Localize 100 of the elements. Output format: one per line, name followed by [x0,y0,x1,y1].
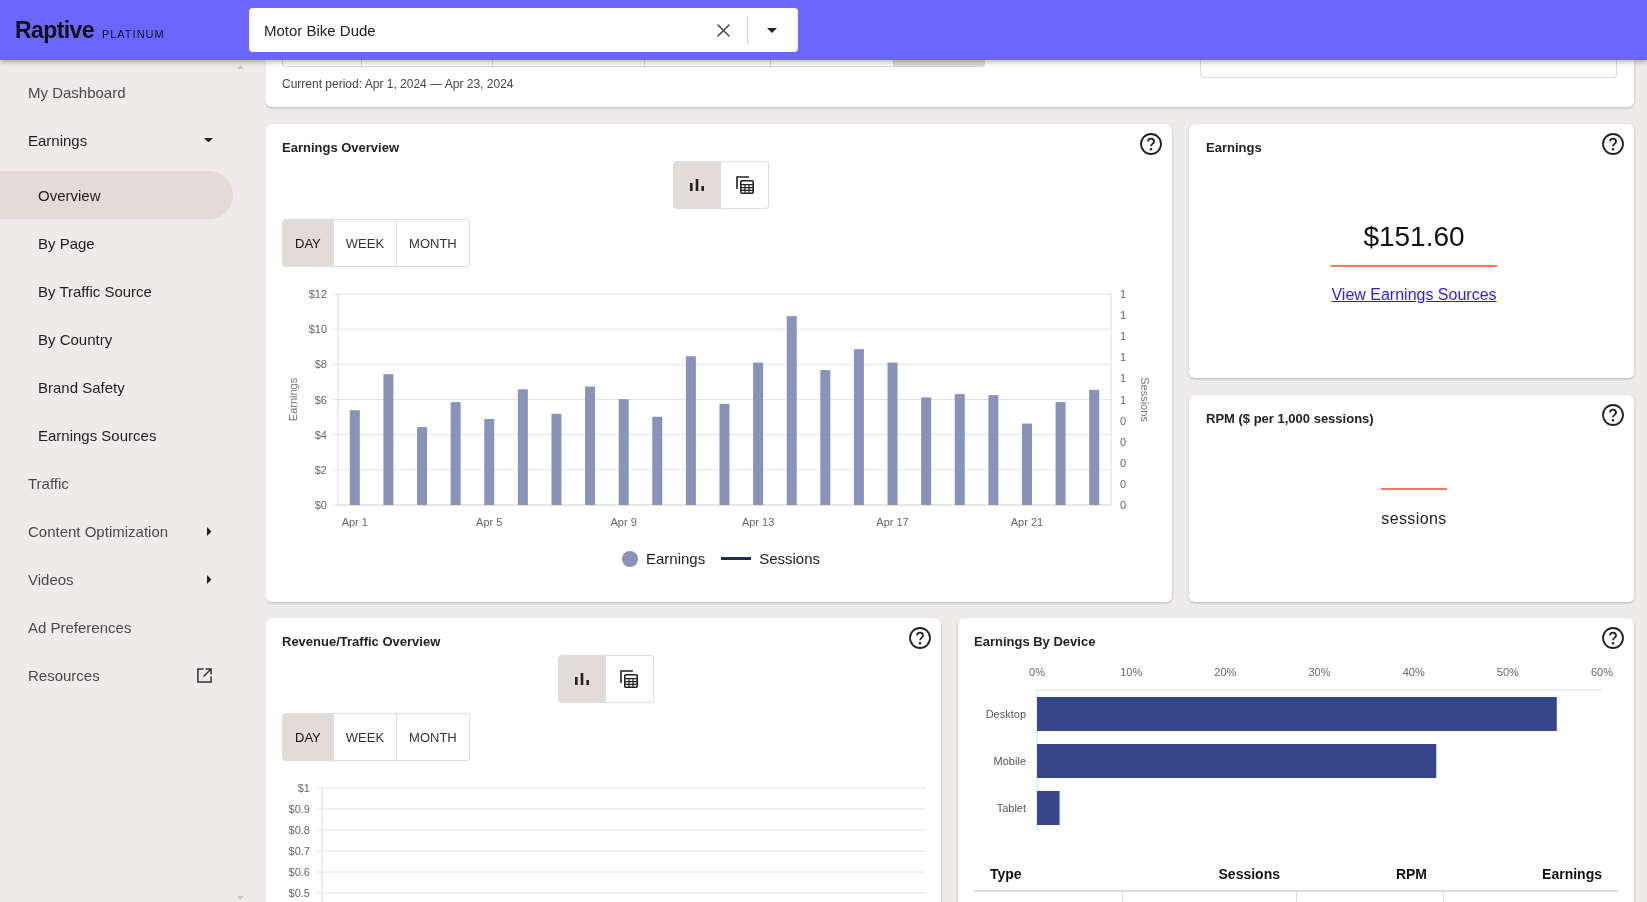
axis-tick-label: $0.9 [288,803,310,815]
nav-subitem[interactable]: Earnings Sources [0,411,233,459]
view-earnings-sources-link[interactable]: View Earnings Sources [1331,285,1497,305]
axis-tick-label: $6 [314,393,327,406]
card-title: Earnings Overview [282,139,400,157]
axis-tick-label: Apr 1 [341,516,368,528]
card-title: RPM ($ per 1,000 sessions) [1206,410,1374,428]
nav-subitem[interactable]: By Page [0,219,233,267]
range-tab[interactable]: DAY [282,713,334,761]
nav-subitem[interactable]: By Traffic Source [0,267,233,315]
axis-tick-label: $2 [314,463,327,476]
table-icon [735,176,754,194]
axis-tick-label: 1 [1120,372,1127,385]
axis-tick-label: $0.7 [288,845,310,857]
axis-tick-label: 0 [1120,414,1127,427]
plan-tier-label: PLATINUM [101,27,165,40]
axis-title: Earnings [287,377,299,422]
caret-down-icon[interactable] [767,27,777,33]
help-icon[interactable] [1602,627,1624,649]
nav-item[interactable]: My Dashboard [0,68,233,116]
axis-tick-label: Desktop [985,708,1026,720]
help-icon[interactable] [1602,404,1624,426]
help-icon[interactable] [1140,133,1162,155]
axis-tick-label: Apr 17 [876,516,909,528]
axis-tick-label: Apr 13 [741,516,775,528]
range-tab[interactable]: WEEK [333,219,398,267]
axis-tick-label: $10 [308,323,327,336]
axis-tick-label: $0.8 [288,824,310,836]
help-icon[interactable] [1602,133,1624,155]
column-header: Earnings [1541,866,1603,882]
site-select-field[interactable]: Motor Bike Dude [249,8,798,52]
logo-wordmark[interactable]: Raptive [15,16,94,44]
axis-tick-label: $12 [308,288,327,300]
device-bar [1037,791,1060,825]
caret-down-icon[interactable] [204,137,213,143]
column-header: Sessions [1217,866,1281,882]
axis-tick-label: $0 [314,499,327,511]
axis-tick-label: 60% [1591,666,1613,678]
nav-item[interactable]: Ad Preferences [0,603,233,651]
nav-item[interactable]: Traffic [0,459,233,507]
nav-subitem[interactable]: By Country [0,315,233,363]
axis-tick-label: 1 [1120,351,1127,364]
legend-label: Earnings [645,550,706,567]
axis-tick-label: 0 [1120,477,1127,490]
table-view-button[interactable] [721,161,769,209]
bar-chart-icon [690,179,704,191]
axis-tick-label: 0 [1120,435,1127,448]
nav-item[interactable]: Videos [0,555,233,603]
nav-item[interactable]: Earnings [0,116,233,164]
caret-right-icon[interactable] [206,574,211,584]
axis-tick-label: Apr 9 [610,516,637,528]
axis-tick-label: 0 [1120,499,1127,511]
clear-icon[interactable] [717,23,730,37]
axis-tick-label: Apr 21 [1010,516,1044,528]
axis-tick-label: $8 [314,358,327,371]
card-title: Earnings [1206,139,1262,157]
chart-view-button[interactable] [557,655,606,703]
axis-tick-label: 20% [1214,666,1237,678]
nav-item[interactable]: Resources [0,651,233,699]
bar-chart-icon [574,673,589,685]
axis-tick-label: $0.6 [288,866,310,878]
earnings-total-value: $151.60 [1363,220,1465,254]
card-title: Earnings By Device [974,633,1096,651]
axis-tick-label: 40% [1402,666,1425,678]
axis-tick-label: 1 [1120,393,1127,406]
range-tab[interactable]: WEEK [333,713,398,761]
column-header: RPM [1394,866,1428,882]
axis-tick-label: 0% [1029,666,1045,678]
metric-select-field[interactable] [1200,60,1617,78]
table-view-button[interactable] [605,655,654,703]
axis-tick-label: $4 [314,428,327,441]
nav-subitem[interactable]: Overview [0,171,233,219]
axis-tick-label: Tablet [996,802,1026,814]
nav-subitem[interactable]: Brand Safety [0,363,233,411]
help-icon[interactable] [909,627,931,649]
card-title: Revenue/Traffic Overview [282,633,441,651]
axis-tick-label: 1 [1120,309,1127,322]
axis-tick-label: 0 [1120,456,1127,469]
axis-tick-label: Apr 5 [476,516,503,528]
axis-title: Sessions [1139,377,1151,422]
table-icon [620,670,638,688]
axis-tick-label: 50% [1496,666,1519,678]
current-period-text: Current period: Apr 1, 2024 — Apr 23, 2024 [282,77,515,91]
axis-tick-label: 1 [1120,288,1127,300]
external-link-icon[interactable] [197,667,212,683]
axis-tick-label: Mobile [993,755,1026,767]
axis-tick-label: 10% [1120,666,1143,678]
axis-tick-label: 1 [1120,330,1127,343]
range-tab[interactable]: MONTH [397,219,470,267]
range-tab[interactable]: MONTH [397,713,470,761]
axis-tick-label: $0.5 [288,887,310,899]
legend-label: Sessions [759,550,821,567]
rpm-caption: sessions [1381,509,1447,529]
chart-view-button[interactable] [673,161,721,209]
nav-item[interactable]: Content Optimization [0,507,233,555]
axis-tick-label: $1 [297,782,310,794]
column-header: Type [989,866,1023,882]
axis-tick-label: 30% [1308,666,1331,678]
range-tab[interactable]: DAY [282,219,334,267]
caret-right-icon[interactable] [206,526,211,536]
